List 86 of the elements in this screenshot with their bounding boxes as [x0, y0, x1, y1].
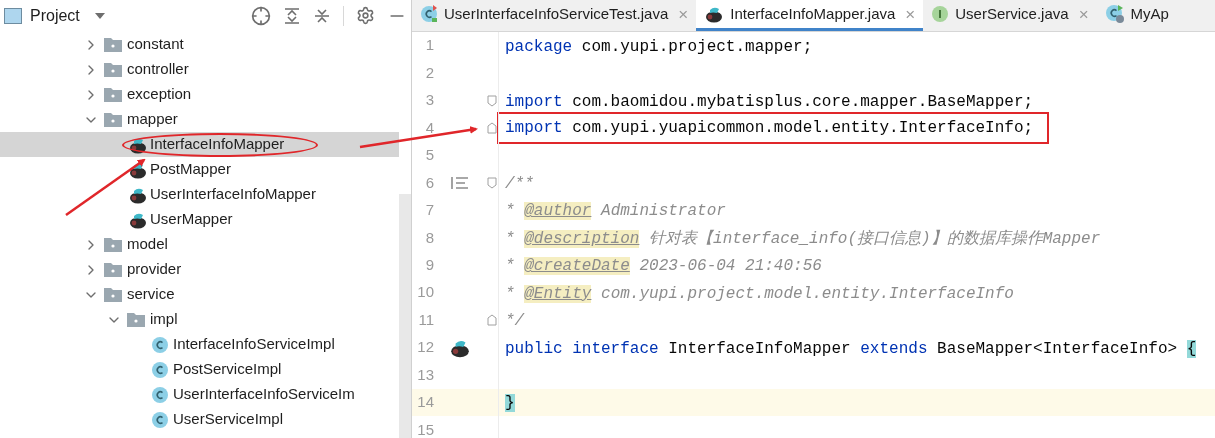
fold-marker-icon[interactable] — [487, 94, 497, 107]
tree-item-label: constant — [127, 34, 184, 55]
dropdown-caret-icon[interactable] — [93, 11, 106, 20]
class-icon — [151, 410, 169, 429]
code-line: */ — [505, 311, 525, 332]
code-line: * @createDate 2023-06-04 21:40:56 — [505, 256, 822, 277]
line-number: 6 — [424, 172, 434, 193]
tree-item-label: exception — [127, 84, 192, 105]
tree-item-label: provider — [127, 259, 182, 280]
folder-icon — [104, 262, 122, 277]
tree-item[interactable]: InterfaceInfoServiceImpl — [0, 332, 399, 357]
folder-icon — [104, 112, 122, 127]
tree-item[interactable]: UserServiceImpl — [0, 407, 399, 432]
editor-tab[interactable]: UserInterfaceInfoServiceTest.java × — [412, 0, 697, 31]
tree-item[interactable]: constant — [0, 32, 399, 57]
fold-marker-icon[interactable] — [487, 122, 497, 135]
tree-item-label: model — [127, 234, 168, 255]
settings-icon[interactable] — [356, 6, 375, 25]
code-line: import com.baomidou.mybatisplus.core.mapper.BaseMapper; — [505, 91, 1034, 112]
tree-item-label: UserServiceImpl — [173, 409, 284, 430]
code-line: * @author Administrator — [505, 201, 726, 222]
tree-item-label: InterfaceInfoServiceImpl — [173, 334, 335, 355]
folder-icon — [104, 287, 122, 302]
tree-item[interactable]: UserMapper — [0, 207, 399, 232]
folder-icon — [104, 62, 122, 77]
project-window-icon — [4, 7, 22, 24]
tree-item-label: mapper — [127, 109, 178, 130]
tree-item[interactable]: UserInterfaceInfoMapper — [0, 182, 399, 207]
folder-icon — [104, 37, 122, 52]
line-number: 1 — [424, 35, 434, 56]
tree-item[interactable]: impl — [0, 307, 399, 332]
line-number: 15 — [416, 419, 434, 438]
fold-marker-icon[interactable] — [487, 314, 497, 327]
tree-item-label: controller — [127, 59, 189, 80]
line-number: 7 — [424, 200, 434, 221]
tree-item[interactable]: exception — [0, 82, 399, 107]
tree-item[interactable]: controller — [0, 57, 399, 82]
tree-item-label: UserMapper — [150, 209, 233, 230]
line-number: 5 — [424, 145, 434, 166]
code-line: * @description 针对表【interface_info(接口信息)】的数据库操作Mapper — [505, 228, 1101, 249]
editor-tab[interactable]: UserService.java × — [923, 0, 1097, 31]
folder-icon — [104, 237, 122, 252]
line-number: 9 — [424, 254, 434, 275]
tree-item-label: impl — [150, 309, 178, 330]
folder-icon — [104, 87, 122, 102]
tree-item-label: PostServiceImpl — [173, 359, 282, 380]
run-config-icon — [1104, 4, 1125, 24]
class-icon — [151, 335, 169, 354]
line-number: 4 — [424, 117, 434, 138]
class-icon — [151, 360, 169, 379]
class-icon — [151, 385, 169, 404]
tree-item[interactable]: provider — [0, 257, 399, 282]
code-line: /** — [505, 173, 534, 194]
editor-tab[interactable]: InterfaceInfoMapper.java × — [696, 0, 924, 31]
folder-icon — [127, 312, 145, 327]
tree-item-label: UserInterfaceInfoMapper — [150, 184, 316, 205]
collapse-all-icon[interactable] — [313, 6, 331, 25]
tree-item[interactable]: InterfaceInfoMapper — [0, 132, 399, 157]
interface-icon — [931, 5, 950, 23]
tree-item[interactable]: PostMapper — [0, 157, 399, 182]
tree-item-label: PostMapper — [150, 159, 231, 180]
line-number: 13 — [416, 364, 434, 385]
tree-item[interactable]: PostServiceImpl — [0, 357, 399, 382]
panel-title[interactable]: Project — [30, 3, 80, 28]
editor-tab[interactable]: MyAp — [1096, 0, 1177, 31]
line-number: 2 — [424, 62, 434, 83]
expand-all-icon[interactable] — [283, 6, 301, 25]
line-number: 8 — [424, 227, 434, 248]
code-line: public interface InterfaceInfoMapper extends BaseMapper<InterfaceInfo> { — [505, 338, 1197, 359]
line-number: 12 — [416, 337, 434, 358]
line-number: 3 — [424, 90, 434, 111]
tree-item[interactable]: mapper — [0, 107, 399, 132]
tree-item[interactable]: UserInterfaceInfoServiceIm — [0, 382, 399, 407]
tree-item[interactable]: service — [0, 282, 399, 307]
line-number: 14 — [416, 392, 434, 413]
fold-marker-icon[interactable] — [487, 176, 497, 189]
scrollbar[interactable] — [399, 194, 411, 438]
tree-item-label: UserInterfaceInfoServiceIm — [173, 384, 355, 405]
line-number: 10 — [416, 282, 434, 303]
code-line: package com.yupi.project.mapper; — [505, 36, 813, 57]
tree-item[interactable]: model — [0, 232, 399, 257]
tree-item-label: InterfaceInfoMapper — [150, 134, 285, 155]
line-number: 11 — [417, 309, 434, 330]
tree-item-label: service — [127, 284, 175, 305]
locate-icon[interactable] — [251, 5, 271, 26]
test-class-icon — [420, 5, 438, 23]
